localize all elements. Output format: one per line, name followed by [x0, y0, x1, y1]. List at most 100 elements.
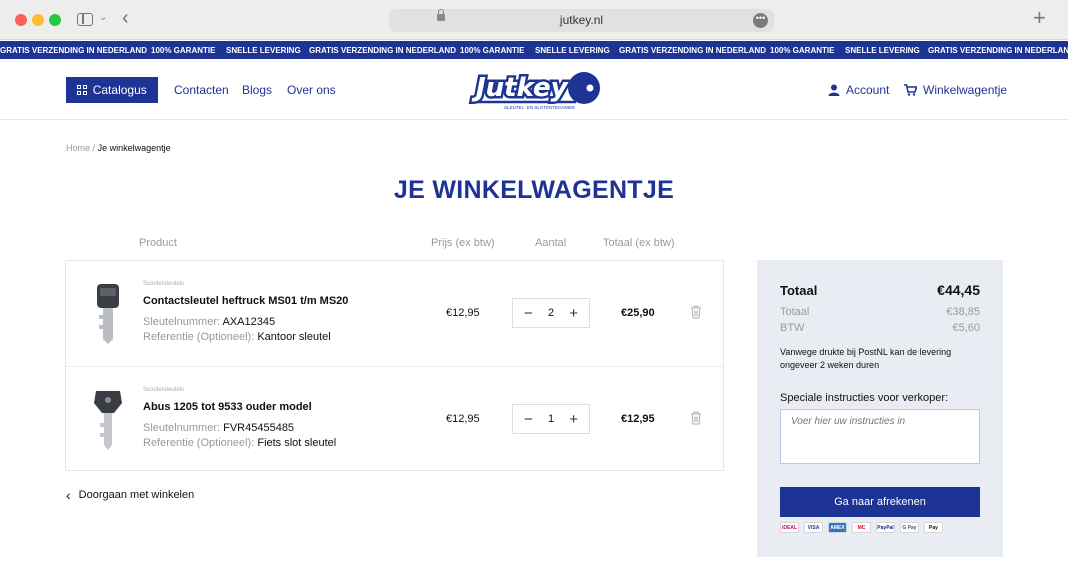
- sidebar-toggle-icon[interactable]: [77, 13, 93, 26]
- apple-pay-icon: Pay: [924, 522, 943, 533]
- zoom-window-button[interactable]: [49, 14, 61, 26]
- quantity-stepper: − 2 +: [512, 298, 590, 328]
- quantity-stepper: − 1 +: [512, 404, 590, 434]
- minimize-window-button[interactable]: [32, 14, 44, 26]
- instructions-input[interactable]: [780, 409, 980, 464]
- paypal-icon: PayPal: [876, 522, 895, 533]
- chevron-down-icon[interactable]: ⌄: [99, 12, 107, 23]
- reference-label: Referentie (Optioneel):: [143, 331, 255, 343]
- nav-over-ons[interactable]: Over ons: [287, 83, 336, 97]
- key-image[interactable]: [88, 387, 128, 451]
- reference: Referentie (Optioneel): Kantoor sleutel: [143, 331, 331, 343]
- reference-value: Fiets slot sleutel: [257, 437, 337, 449]
- cart-items: Scootersleutels Contactsleutel heftruck …: [65, 260, 724, 471]
- promo-item: SNELLE LEVERING: [535, 46, 610, 55]
- promo-item: GRATIS VERZENDING IN NEDERLAND: [0, 46, 147, 55]
- promo-item: 100% GARANTIE: [770, 46, 835, 55]
- continue-shopping-label: Doorgaan met winkelen: [78, 489, 195, 501]
- cart-link[interactable]: Winkelwagentje: [904, 83, 1007, 97]
- order-summary: Totaal €44,45 Totaal €38,85 BTW €5,60 Va…: [757, 260, 1003, 557]
- product-category: Scootersleutels: [143, 387, 185, 393]
- trash-icon[interactable]: [690, 411, 702, 425]
- increase-button[interactable]: +: [569, 412, 578, 427]
- user-icon: [828, 84, 840, 96]
- line-total: €25,90: [621, 307, 655, 319]
- quantity-value[interactable]: 1: [548, 413, 554, 425]
- key-number: Sleutelnummer: FVR45455485: [143, 422, 294, 434]
- promo-item: SNELLE LEVERING: [226, 46, 301, 55]
- account-link[interactable]: Account: [828, 83, 889, 97]
- quantity-value[interactable]: 2: [548, 307, 554, 319]
- lock-icon: [437, 9, 445, 21]
- decrease-button[interactable]: −: [524, 412, 533, 427]
- close-window-button[interactable]: [15, 14, 27, 26]
- breadcrumb-separator: /: [92, 143, 96, 153]
- svg-text:Jutkey: Jutkey: [471, 73, 569, 103]
- product-name[interactable]: Abus 1205 tot 9533 ouder model: [143, 401, 312, 413]
- grand-total-label: Totaal: [780, 283, 818, 298]
- visa-icon: VISA: [804, 522, 823, 533]
- ideal-icon: iDEAL: [780, 522, 799, 533]
- breadcrumb-current: Je winkelwagentje: [97, 143, 171, 153]
- subtotal-label: Totaal: [780, 306, 810, 318]
- browser-toolbar: ⌄ ‹ jutkey.nl ••• +: [0, 0, 1068, 40]
- google-pay-icon: G Pay: [900, 522, 919, 533]
- address-bar[interactable]: jutkey.nl: [389, 9, 774, 32]
- key-number-value: AXA12345: [222, 316, 276, 328]
- grid-icon: [77, 85, 87, 95]
- key-number: Sleutelnummer: AXA12345: [143, 316, 275, 328]
- vat-label: BTW: [780, 322, 805, 334]
- column-total: Totaal (ex btw): [603, 237, 675, 249]
- delivery-notice: Vanwege drukte bij PostNL kan de leverin…: [780, 347, 952, 370]
- reference-label: Referentie (Optioneel):: [143, 437, 255, 449]
- chevron-left-icon: ‹: [66, 486, 71, 503]
- column-quantity: Aantal: [535, 237, 567, 249]
- cart-icon: [904, 84, 917, 96]
- unit-price: €12,95: [446, 413, 480, 425]
- mastercard-icon: MC: [852, 522, 871, 533]
- product-name[interactable]: Contactsleutel heftruck MS01 t/m MS20: [143, 295, 348, 307]
- more-options-icon[interactable]: •••: [753, 13, 768, 28]
- key-number-value: FVR45455485: [223, 422, 295, 434]
- trash-icon[interactable]: [690, 305, 702, 319]
- catalog-label: Catalogus: [92, 83, 147, 97]
- account-label: Account: [846, 83, 890, 97]
- checkout-label: Ga naar afrekenen: [834, 496, 926, 508]
- back-arrow-icon[interactable]: ‹: [122, 8, 129, 28]
- increase-button[interactable]: +: [569, 306, 578, 321]
- key-number-label: Sleutelnummer:: [143, 316, 221, 328]
- key-image[interactable]: [88, 281, 128, 345]
- reference: Referentie (Optioneel): Fiets slot sleut…: [143, 437, 336, 449]
- subtotal-value: €38,85: [946, 306, 980, 318]
- promo-item: GRATIS VERZENDING IN NEDERLAND: [619, 46, 766, 55]
- column-price: Prijs (ex btw): [431, 237, 495, 249]
- vat-value: €5,60: [952, 322, 980, 334]
- amex-icon: AMEX: [828, 522, 847, 533]
- checkout-button[interactable]: Ga naar afrekenen: [780, 487, 980, 517]
- promo-item: SNELLE LEVERING: [845, 46, 920, 55]
- page-title: JE WINKELWAGENTJE: [393, 176, 675, 204]
- product-category: Scootersleutels: [143, 281, 185, 287]
- unit-price: €12,95: [446, 307, 480, 319]
- nav-blogs[interactable]: Blogs: [242, 83, 272, 97]
- line-total: €12,95: [621, 413, 655, 425]
- grand-total-value: €44,45: [937, 282, 980, 298]
- promo-item: 100% GARANTIE: [460, 46, 525, 55]
- continue-shopping-link[interactable]: ‹ Doorgaan met winkelen: [66, 486, 195, 503]
- new-tab-icon[interactable]: +: [1033, 7, 1046, 29]
- breadcrumb-home[interactable]: Home: [66, 143, 90, 153]
- jutkey-logo[interactable]: Jutkey Jutkey SLEUTEL- EN SLOTENTECHNIEK: [466, 69, 602, 111]
- nav-contacten[interactable]: Contacten: [174, 83, 229, 97]
- key-number-label: Sleutelnummer:: [143, 422, 221, 434]
- url-text: jutkey.nl: [559, 13, 604, 27]
- breadcrumb: Home / Je winkelwagentje: [66, 143, 171, 153]
- reference-value: Kantoor sleutel: [257, 331, 331, 343]
- catalog-button[interactable]: Catalogus: [66, 77, 158, 103]
- decrease-button[interactable]: −: [524, 306, 533, 321]
- site-header: Catalogus Contacten Blogs Over ons Jutke…: [0, 59, 1068, 120]
- instructions-label: Speciale instructies voor verkoper:: [780, 392, 949, 404]
- promo-bar: GRATIS VERZENDING IN NEDERLAND 100% GARA…: [0, 41, 1068, 59]
- payment-methods: iDEAL VISA AMEX MC PayPal G Pay Pay: [780, 522, 943, 533]
- promo-item: GRATIS VERZENDING IN NEDERLAND: [309, 46, 456, 55]
- cart-label: Winkelwagentje: [923, 83, 1008, 97]
